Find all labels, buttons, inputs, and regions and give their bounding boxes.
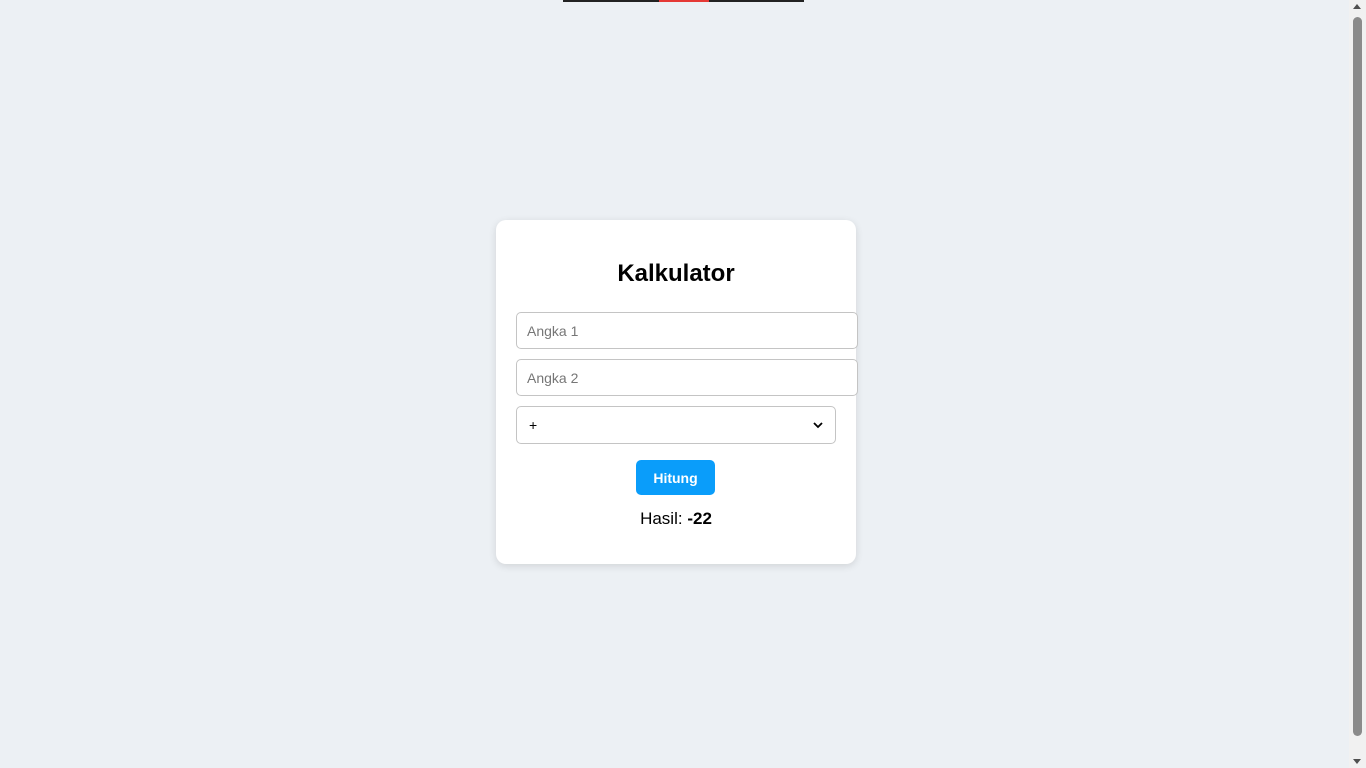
scroll-up-arrow-icon[interactable]	[1353, 4, 1361, 9]
calculate-button[interactable]: Hitung	[636, 460, 715, 495]
chevron-down-icon	[813, 422, 823, 429]
top-edge-accent	[659, 0, 709, 2]
operator-selected-value: +	[529, 417, 538, 433]
scroll-down-arrow-icon[interactable]	[1353, 759, 1361, 764]
number-1-input[interactable]	[516, 312, 858, 349]
number-2-input[interactable]	[516, 359, 858, 396]
page-title: Kalkulator	[617, 260, 735, 287]
calculator-card: Kalkulator + Hitung Hasil: -22	[496, 220, 858, 564]
top-edge-strip	[563, 0, 804, 2]
result-label: Hasil:	[640, 509, 683, 528]
scrollbar-thumb[interactable]	[1353, 17, 1362, 736]
vertical-scrollbar[interactable]	[1349, 0, 1366, 768]
result-display: Hasil: -22	[496, 509, 856, 529]
page: Kalkulator + Hitung Hasil: -22	[0, 0, 1366, 768]
operator-select[interactable]: +	[516, 406, 836, 444]
result-value: -22	[687, 509, 712, 528]
